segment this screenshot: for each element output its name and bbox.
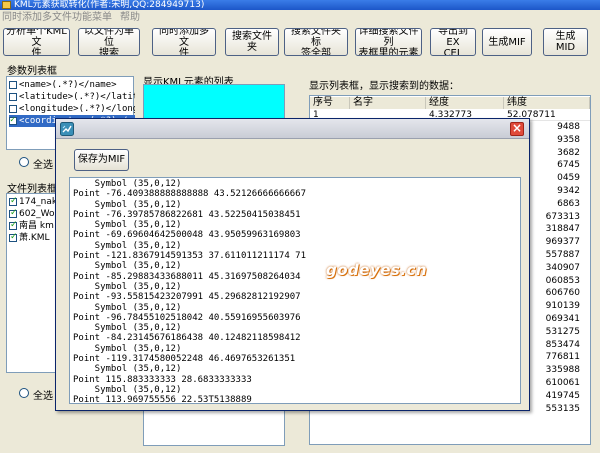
file-checkbox[interactable] — [9, 208, 18, 219]
grid-lat-cell: 419745 — [545, 390, 580, 401]
grid-lat-cell: 910139 — [545, 301, 580, 312]
grid-lat-cell: 9488 — [557, 122, 580, 132]
dialog-titlebar — [56, 119, 529, 139]
mif-text-line: Symbol (35,0,12) — [73, 343, 182, 354]
param-item[interactable]: <latitude>(.*?)</latitude> — [9, 91, 135, 103]
search-by-file-button[interactable]: 以文件为单位 搜索 — [78, 28, 140, 56]
menu-add-multiple-files[interactable]: 同时添加多文件 — [2, 12, 72, 24]
grid-lat-cell: 610061 — [545, 377, 580, 388]
mif-text-line: Point -121.8367914591353 37.611011211174… — [73, 251, 306, 262]
mif-text-line: Symbol (35,0,12) — [73, 240, 182, 251]
watermark-text: godeyes.cn — [326, 261, 428, 279]
save-as-mif-button[interactable]: 保存为MIF — [74, 149, 129, 171]
lat-column-visible-tail: 9488 9358 3682 6745 0459 9342 6863 673313 318847… — [526, 121, 580, 415]
dialog-app-icon — [60, 122, 74, 136]
grid-col-lng[interactable]: 经度 — [426, 97, 504, 109]
mif-text-line: Symbol (35,0,12) — [73, 199, 182, 210]
mif-text-line: Symbol (35,0,12) — [73, 179, 182, 189]
export-excel-button[interactable]: 导出到EX CEL — [430, 28, 476, 56]
detailed-search-button[interactable]: 详细搜索文件列 表框里的元素 — [355, 28, 422, 56]
mif-output-textarea[interactable]: Symbol (35,0,12) Point -76.40938888888888… — [69, 177, 521, 404]
search-folder-tags-button[interactable]: 搜索文件夹标 签全部 — [284, 28, 348, 56]
grid-lat-cell: 853474 — [545, 339, 580, 350]
param-checkbox[interactable] — [9, 104, 17, 113]
add-multiple-files-button[interactable]: 同时添加多文 件 — [152, 28, 216, 56]
grid-label: 显示列表框，显示搜索到的数据： — [309, 81, 459, 92]
file-checkbox[interactable] — [9, 232, 18, 243]
grid-lat-cell: 6745 — [557, 160, 580, 171]
grid-lat-cell: 060853 — [545, 275, 580, 286]
grid-lat-cell: 553135 — [545, 403, 580, 414]
generate-mid-button[interactable]: 生成MID — [543, 28, 588, 56]
menu-functions[interactable]: 功能菜单 — [72, 12, 112, 24]
grid-lat-cell: 340907 — [545, 262, 580, 273]
param-checkbox[interactable] — [9, 80, 17, 89]
grid-lat-cell: 606760 — [545, 288, 580, 299]
mif-text-line: Symbol (35,0,12) — [73, 261, 182, 272]
mif-text-line: Point -76.409388888888888 43.52126666666… — [73, 189, 306, 200]
grid-lat-cell: 776811 — [545, 352, 580, 363]
mif-text-line: Symbol (35,0,12) — [73, 281, 182, 292]
grid-lat-cell: 6863 — [557, 198, 580, 209]
mif-text-line: Symbol (35,0,12) — [73, 323, 182, 334]
mif-text-line: Symbol (35,0,12) — [73, 384, 182, 395]
mif-text-line: Symbol (35,0,12) — [73, 302, 182, 313]
param-checkbox[interactable] — [9, 92, 17, 101]
window-titlebar: KML元素获取转化(作者:宋明,QQ:284949713) — [0, 0, 600, 10]
params-select-all-radio[interactable] — [19, 157, 29, 167]
dialog-close-button[interactable]: × — [510, 122, 524, 136]
grid-lat-cell: 318847 — [545, 224, 580, 235]
grid-col-lat[interactable]: 纬度 — [504, 97, 590, 109]
param-item[interactable]: <longitude>(.*?)</longitude> — [9, 103, 135, 115]
mif-text-line: Point 115.883333333 28.6833333333 — [73, 374, 252, 385]
search-folder-button[interactable]: 搜索文件夹 — [225, 28, 279, 56]
grid-lat-cell: 9358 — [557, 134, 580, 145]
files-list[interactable]: 174_nak 602_Wor 南昌 km 萧.KML — [6, 193, 62, 373]
mif-text-line: Point -85.29883433688011 45.316975082640… — [73, 271, 301, 282]
grid-lat-cell: 9342 — [557, 185, 580, 196]
grid-lat-cell: 557887 — [545, 249, 580, 260]
files-select-all-label: 全选 — [33, 391, 53, 402]
grid-lat-cell: 335988 — [545, 365, 580, 376]
grid-col-name[interactable]: 名字 — [350, 97, 426, 109]
generate-mif-button[interactable]: 生成MIF — [482, 28, 532, 56]
mif-text-line: Point -93.55815423207991 45.296828121929… — [73, 292, 301, 303]
params-select-all-label: 全选 — [33, 160, 53, 171]
window-title: KML元素获取转化(作者:宋明,QQ:284949713) — [14, 0, 205, 10]
mif-text-line: Symbol (35,0,12) — [73, 220, 182, 231]
grid-lat-cell: 673313 — [545, 211, 580, 222]
grid-col-index[interactable]: 序号 — [310, 97, 350, 109]
mif-dialog: × 保存为MIF Symbol (35,0,12) Point -76.40938… — [55, 118, 530, 411]
mif-text-line: Point -69.69604642500048 43.950599631698… — [73, 230, 301, 241]
mif-text-line: Symbol (35,0,12) — [73, 364, 182, 375]
params-label: 参数列表框 — [7, 66, 57, 77]
param-item[interactable]: <name>(.*?)</name> — [9, 79, 135, 91]
grid-lat-cell: 069341 — [545, 313, 580, 324]
mif-text-line: Point -76.39785786822681 43.522504150384… — [73, 209, 301, 220]
mif-text-line: Point -119.3174580052248 46.469765326135… — [73, 354, 296, 365]
grid-lat-cell: 531275 — [545, 326, 580, 337]
mif-text-line: Point 113.969755556 22.53T5138889 — [73, 395, 252, 404]
files-select-all-radio[interactable] — [19, 388, 29, 398]
file-checkbox[interactable] — [9, 220, 18, 231]
mif-text-line: Point -84.23145676186438 40.124821185984… — [73, 333, 301, 344]
mif-text-line: Point -96.78455102518042 40.559169556039… — [73, 312, 301, 323]
grid-lat-cell: 3682 — [557, 147, 580, 158]
analyze-single-kml-button[interactable]: 分析单个KML文 件 — [3, 28, 70, 56]
app-icon — [2, 1, 11, 9]
grid-lat-cell: 969377 — [545, 237, 580, 248]
grid-lat-cell: 0459 — [557, 173, 580, 184]
menu-help[interactable]: 帮助 — [120, 12, 140, 24]
param-checkbox-checked[interactable] — [9, 115, 17, 126]
file-checkbox[interactable] — [9, 196, 18, 207]
